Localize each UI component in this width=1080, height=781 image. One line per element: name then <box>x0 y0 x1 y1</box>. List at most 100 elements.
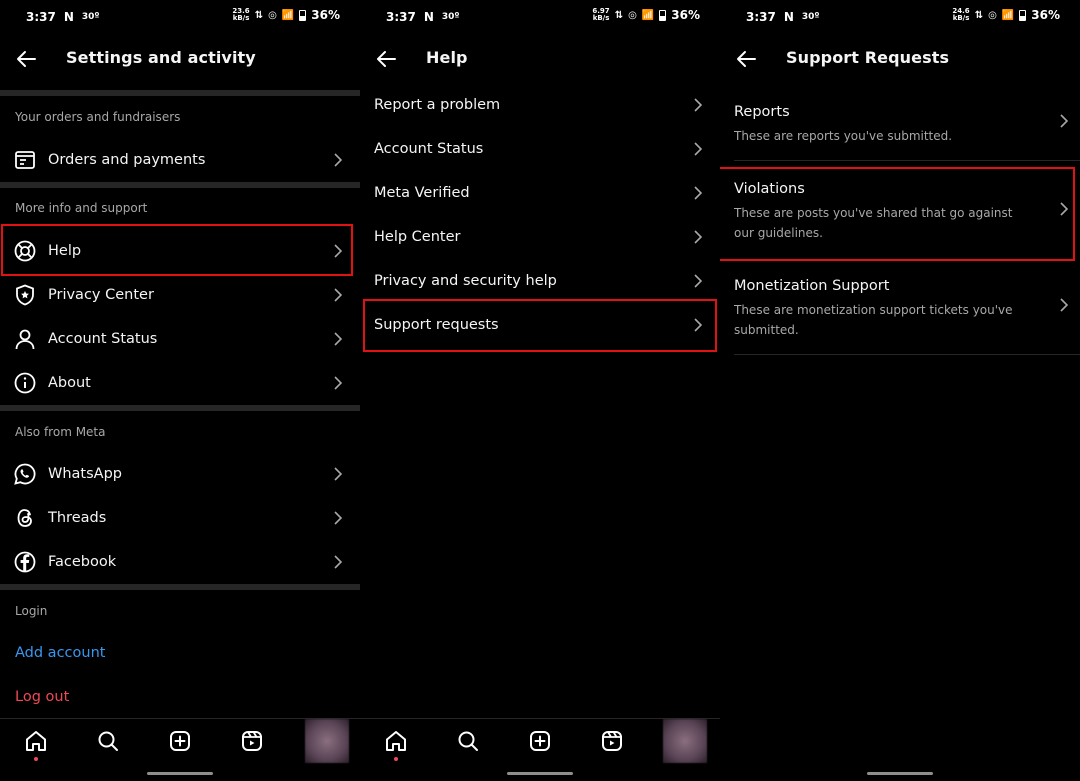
reels-icon[interactable] <box>600 729 624 753</box>
page-title: Help <box>426 48 468 67</box>
section-label: Login <box>15 604 48 618</box>
threads-item[interactable]: Threads <box>0 496 360 540</box>
person-icon <box>15 329 35 350</box>
section-divider <box>0 182 360 188</box>
data-arrows-icon: ⇅ <box>974 9 984 21</box>
settings-panel: 3:37 N 30º 23.6 kB/s ⇅ ◎ 📶 36% Settings a… <box>0 0 360 781</box>
avatar[interactable] <box>305 719 349 763</box>
chevron-right-icon <box>334 288 342 302</box>
page-title: Settings and activity <box>66 48 256 67</box>
chevron-right-icon <box>334 153 342 167</box>
status-time: 3:37 <box>386 10 416 24</box>
chevron-right-icon <box>694 186 702 200</box>
section-divider <box>0 584 360 590</box>
back-arrow-icon[interactable] <box>14 47 38 71</box>
page-title: Support Requests <box>786 48 950 67</box>
search-icon[interactable] <box>456 729 480 753</box>
gesture-bar <box>147 772 213 775</box>
section-divider <box>0 405 360 411</box>
item-subtitle: These are reports you've submitted. <box>734 129 953 143</box>
item-label: Threads <box>48 510 107 526</box>
chevron-right-icon <box>694 274 702 288</box>
gesture-bar <box>507 772 573 775</box>
item-label: Account Status <box>374 141 484 157</box>
wifi-icon: 📶 <box>281 9 295 21</box>
orders-and-payments-item[interactable]: Orders and payments <box>0 138 360 182</box>
create-icon[interactable] <box>528 729 552 753</box>
threads-icon <box>17 509 32 527</box>
battery-icon <box>659 9 667 21</box>
network-speed: 23.6 kB/s <box>232 7 250 22</box>
account-status-item[interactable]: Account Status <box>0 317 360 361</box>
privacy-center-item[interactable]: Privacy Center <box>0 273 360 317</box>
monetization-support-item[interactable]: Monetization Support These are monetizat… <box>720 264 1080 354</box>
create-icon[interactable] <box>168 729 192 753</box>
highlight-box <box>363 299 717 352</box>
highlight-box <box>1 224 353 276</box>
chevron-right-icon <box>1060 298 1068 312</box>
section-label: More info and support <box>15 201 148 215</box>
status-time: 3:37 <box>26 10 56 24</box>
item-label: Meta Verified <box>374 185 470 201</box>
status-time: 3:37 <box>746 10 776 24</box>
row-divider <box>734 160 1080 161</box>
data-arrows-icon: ⇅ <box>254 9 264 21</box>
about-item[interactable]: About <box>0 361 360 405</box>
status-bar: 3:37 N 30º 6.97 kB/s ⇅ ◎ 📶 36% <box>360 8 720 28</box>
row-divider <box>734 354 1080 355</box>
item-label: Privacy Center <box>48 287 154 303</box>
facebook-item[interactable]: Facebook <box>0 540 360 584</box>
sync-icon: ◎ <box>628 9 637 21</box>
wifi-icon: 📶 <box>1001 9 1015 21</box>
reels-icon[interactable] <box>240 729 264 753</box>
info-icon <box>14 372 36 394</box>
log-out-link[interactable]: Log out <box>15 689 69 705</box>
item-label: Report a problem <box>374 97 501 113</box>
chevron-right-icon <box>694 142 702 156</box>
back-arrow-icon[interactable] <box>734 47 758 71</box>
status-bar: 3:37 N 30º 23.6 kB/s ⇅ ◎ 📶 36% <box>0 8 360 28</box>
gesture-bar <box>867 772 933 775</box>
battery-percent: 36% <box>1031 8 1060 22</box>
notification-dot <box>34 757 38 761</box>
search-icon[interactable] <box>96 729 120 753</box>
whatsapp-icon <box>14 463 36 485</box>
item-label: Privacy and security help <box>374 273 557 289</box>
meta-verified-item[interactable]: Meta Verified <box>360 171 720 215</box>
page-header: Support Requests <box>720 40 1080 78</box>
item-label: About <box>48 375 91 391</box>
item-label: Help Center <box>374 229 461 245</box>
battery-percent: 36% <box>671 8 700 22</box>
back-arrow-icon[interactable] <box>374 47 398 71</box>
privacy-security-help-item[interactable]: Privacy and security help <box>360 259 720 303</box>
chevron-right-icon <box>694 230 702 244</box>
facebook-icon <box>14 551 36 573</box>
home-icon[interactable] <box>384 729 408 753</box>
battery-icon <box>1019 9 1027 21</box>
highlight-box <box>720 167 1075 261</box>
item-label: Orders and payments <box>48 152 206 168</box>
home-icon[interactable] <box>24 729 48 753</box>
whatsapp-item[interactable]: WhatsApp <box>0 452 360 496</box>
add-account-link[interactable]: Add account <box>15 645 105 661</box>
reports-item[interactable]: Reports These are reports you've submitt… <box>720 90 1080 160</box>
wifi-icon: 📶 <box>641 9 655 21</box>
item-label: Account Status <box>48 331 158 347</box>
help-panel: 3:37 N 30º 6.97 kB/s ⇅ ◎ 📶 36% Help Repor… <box>360 0 720 781</box>
item-subtitle: These are monetization support tickets y… <box>734 303 1013 337</box>
receipt-icon <box>15 151 35 169</box>
avatar[interactable] <box>663 719 707 763</box>
notification-dot <box>394 757 398 761</box>
data-arrows-icon: ⇅ <box>614 9 624 21</box>
chevron-right-icon <box>334 555 342 569</box>
temperature: 30º <box>441 12 460 22</box>
account-status-item[interactable]: Account Status <box>360 127 720 171</box>
report-a-problem-item[interactable]: Report a problem <box>360 83 720 127</box>
temperature: 30º <box>81 12 100 22</box>
temperature: 30º <box>801 12 820 22</box>
help-center-item[interactable]: Help Center <box>360 215 720 259</box>
section-divider <box>0 90 360 96</box>
sync-icon: ◎ <box>988 9 997 21</box>
section-label: Also from Meta <box>15 425 106 439</box>
network-speed: 24.6 kB/s <box>952 7 970 22</box>
